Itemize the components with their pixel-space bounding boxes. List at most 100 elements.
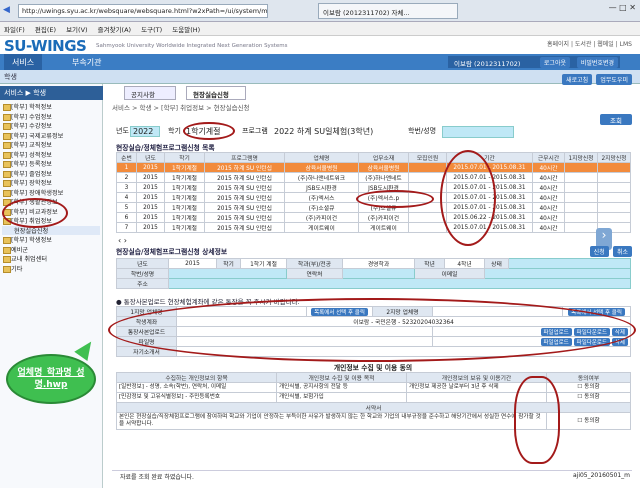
- sidebar-item[interactable]: [학부] 장학정보: [2, 178, 100, 188]
- detail-status-label: 상태: [484, 258, 509, 269]
- tab-notice[interactable]: 공지사항: [124, 86, 176, 100]
- nav-tab-affiliated[interactable]: 부속기관: [64, 54, 109, 70]
- detail-email: [484, 268, 631, 279]
- sidebar-title: 서비스 ▶ 학생: [0, 86, 103, 100]
- sidebar-item[interactable]: [학부] 교직정보: [2, 140, 100, 150]
- sidebar-item[interactable]: [학부] 졸업정보: [2, 169, 100, 179]
- program-select[interactable]: 2022 하계 SU일체험(3학년): [274, 126, 404, 137]
- refresh-button[interactable]: 새로고침: [562, 74, 593, 85]
- sidebar-item[interactable]: 예비군: [2, 245, 100, 255]
- col-header[interactable]: 학기: [164, 152, 205, 163]
- top-links[interactable]: 홈페이지 | 도서관 | 웹메일 | LMS: [547, 39, 632, 48]
- consent-item: [민감정보 및 고유식별정보] - 주민등록번호: [116, 392, 277, 403]
- year-label: 년도: [116, 127, 129, 135]
- cell: 게이트웨이: [284, 222, 359, 233]
- year-field[interactable]: 2022: [130, 126, 160, 137]
- breadcrumb: 서비스 > 학생 > [학부] 취업정보 > 현장실습신청: [112, 104, 250, 112]
- back-icon[interactable]: ◀: [3, 5, 10, 15]
- sidebar-item[interactable]: [학부] 국제교류정보: [2, 131, 100, 141]
- highlight-ring-company: [356, 190, 434, 208]
- helper-button[interactable]: 업무도우미: [596, 74, 632, 85]
- menu-view[interactable]: 보기(V): [66, 26, 87, 34]
- sidebar-item[interactable]: [학부] 학생정보: [2, 235, 100, 245]
- cell: 삼육서울병원: [358, 162, 409, 173]
- scroll-left-icon[interactable]: ‹ ›: [118, 236, 127, 245]
- cell: 1학기계절: [164, 172, 205, 183]
- sidebar-tree: [학부] 학적정보 [학부] 수업정보 [학부] 수강정보 [학부] 국제교류정…: [2, 102, 100, 273]
- detail-term: 1학기 계절: [240, 258, 287, 269]
- col-header[interactable]: 업체명: [284, 152, 359, 163]
- sidebar-item[interactable]: 교내 취업센터: [2, 254, 100, 264]
- cell: [408, 162, 447, 173]
- col-header[interactable]: 근무시간: [532, 152, 565, 163]
- col-header[interactable]: 순번: [116, 152, 137, 163]
- col-header[interactable]: 년도: [136, 152, 165, 163]
- cell: [597, 182, 631, 193]
- detail-phone: [342, 268, 415, 279]
- sidebar-item[interactable]: [학부] 등록정보: [2, 159, 100, 169]
- menu-file[interactable]: 파일(F): [4, 26, 25, 34]
- main-tabs: 공지사항 현장실습신청: [112, 86, 640, 100]
- change-password-button[interactable]: 비밀번호변경: [576, 57, 618, 68]
- cell: (주)하나앤네트워크: [284, 172, 359, 183]
- sidebar-item[interactable]: 기타: [2, 264, 100, 274]
- cell: 2015: [136, 192, 165, 203]
- cell: 2015 하계 SU 인턴십: [204, 192, 285, 203]
- search-button[interactable]: 조회: [600, 114, 632, 125]
- cell: 2015: [136, 222, 165, 233]
- cell: 2: [116, 172, 137, 183]
- cell: [564, 192, 598, 203]
- sidebar-item[interactable]: [학부] 장애학생정보: [2, 188, 100, 198]
- table-row[interactable]: 6 2015 1학기계절 2015 하계 SU 인턴십 (주)카피이건 (주)카피이건 20…: [116, 212, 631, 223]
- cell: JSB도시환경: [284, 182, 359, 193]
- browser-tab[interactable]: 이보람 (2012311702) 자체...: [318, 3, 458, 19]
- col-header[interactable]: 1지망신청: [564, 152, 598, 163]
- browser-menu-bar: 파일(F) 편집(E) 보기(V) 즐겨찾기(A) 도구(T) 도움말(H): [0, 22, 640, 36]
- cell: 삼육서울병원: [284, 162, 359, 173]
- tab-internship[interactable]: 현장실습신청: [186, 86, 246, 100]
- sidebar-item[interactable]: [학부] 학적정보: [2, 102, 100, 112]
- logout-button[interactable]: 로그아웃: [539, 57, 570, 68]
- app-logo: SU-WINGS: [4, 37, 87, 55]
- detail-year-label: 년도: [116, 258, 169, 269]
- consent-purpose: 개인식별, 보험가입: [276, 392, 407, 403]
- col-header[interactable]: 2지망신청: [597, 152, 631, 163]
- sidebar-item-selected[interactable]: 현장실습신청: [2, 225, 100, 235]
- window-controls[interactable]: — □ ✕: [609, 3, 636, 12]
- cell: 2015: [136, 212, 165, 223]
- menu-edit[interactable]: 편집(E): [35, 26, 56, 34]
- subnav-label[interactable]: 학생: [4, 72, 17, 82]
- table-row-selected[interactable]: 1 2015 1학기계절 2015 하계 SU 인턴십 삼육서울병원 삼육서울병원 2015…: [116, 162, 631, 173]
- cell: (주)하나앤네트: [358, 172, 409, 183]
- table-row[interactable]: 7 2015 1학기계절 2015 하계 SU 인턴십 게이트웨이 게이트웨이 2015.0…: [116, 222, 631, 233]
- student-field[interactable]: [442, 126, 514, 138]
- cell: [564, 202, 598, 213]
- cell: [564, 182, 598, 193]
- address-bar[interactable]: http://uwings.syu.ac.kr/websquare/websqu…: [18, 4, 268, 18]
- sidebar-item[interactable]: [학부] 성적정보: [2, 150, 100, 160]
- menu-help[interactable]: 도움말(H): [172, 26, 200, 34]
- sidebar-item[interactable]: [학부] 수업정보: [2, 112, 100, 122]
- highlight-ring-term: [183, 122, 235, 140]
- toolbar-buttons: 새로고침 업무도우미: [560, 74, 632, 85]
- col-header[interactable]: 프로그램명: [204, 152, 285, 163]
- table-row[interactable]: 2 2015 1학기계절 2015 하계 SU 인턴십 (주)하나앤네트워크 (주)하나앤…: [116, 172, 631, 183]
- cell: 2015: [136, 182, 165, 193]
- status-message: 자료를 조회 완료 하였습니다.: [120, 474, 194, 481]
- cell: 1학기계절: [164, 182, 205, 193]
- cell: 4: [116, 192, 137, 203]
- sidebar-item[interactable]: [학부] 수강정보: [2, 121, 100, 131]
- term-label: 학기: [168, 127, 181, 135]
- consent-item: [일반정보] - 성명, 소속(학번), 연락처, 이메일: [116, 382, 277, 393]
- consent-col: 수집하는 개인정보의 항목: [116, 372, 277, 383]
- user-name: 이보람 (2012311702): [454, 60, 521, 68]
- menu-tools[interactable]: 도구(T): [141, 26, 162, 34]
- cancel-button[interactable]: 취소: [612, 246, 632, 257]
- apply-button[interactable]: 신청: [589, 246, 609, 257]
- col-header[interactable]: 모집인원: [408, 152, 447, 163]
- highlight-ring-form: [108, 298, 636, 362]
- grid-title: 현장실습/정체험프로그램신청 목록: [116, 144, 215, 152]
- col-header[interactable]: 업무소재: [358, 152, 409, 163]
- menu-favorites[interactable]: 즐겨찾기(A): [98, 26, 131, 34]
- nav-tab-service[interactable]: 서비스: [4, 54, 43, 70]
